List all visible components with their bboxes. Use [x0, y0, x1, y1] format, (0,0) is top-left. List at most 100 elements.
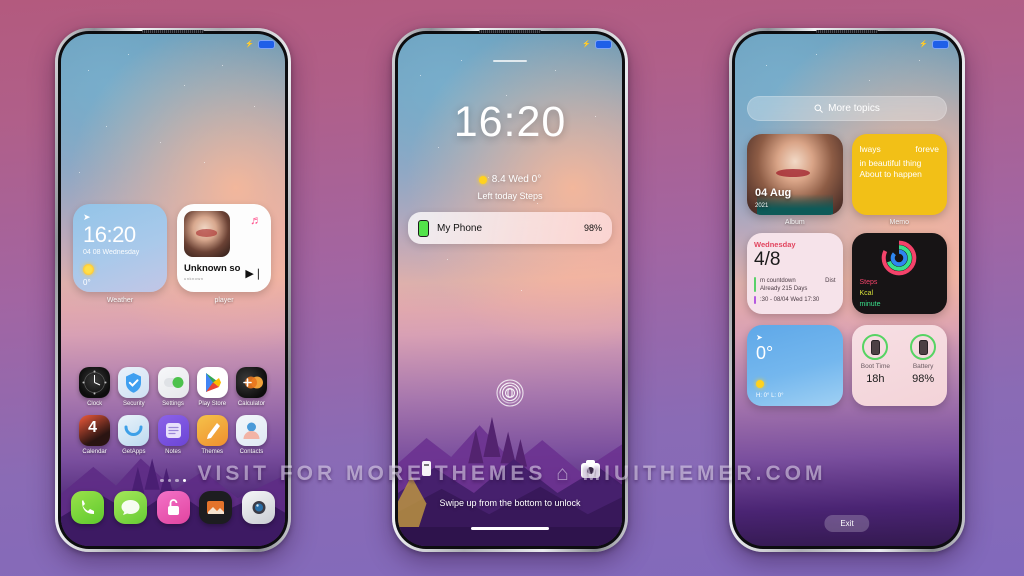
weather-clock-widget[interactable]: ➤ 16:20 04 08 Wednesday 0° — [73, 204, 167, 292]
security-shield-icon[interactable] — [118, 367, 150, 398]
stat-boot-time: Boot Time 18h — [852, 325, 900, 406]
contacts-icon[interactable] — [235, 415, 267, 446]
app-play-store[interactable]: Play Store — [193, 367, 232, 407]
home-widget-row: ➤ 16:20 04 08 Wednesday 0° Weather ♬ Unk… — [73, 204, 273, 304]
notification-value: 98% — [583, 223, 602, 233]
app-label: Settings — [162, 401, 184, 407]
charging-bolt-icon: ⚡ — [245, 41, 254, 48]
exit-button[interactable]: Exit — [824, 515, 870, 532]
widget-cell-album[interactable]: 04 Aug 2021 Album — [747, 134, 843, 226]
widget-cell-calendar[interactable]: Wednesday 4/8 m countdown Dist Already 2… — [747, 233, 843, 318]
battery-full-icon — [932, 40, 949, 49]
app-label: GetApps — [122, 449, 146, 455]
settings-toggle-icon[interactable] — [157, 367, 189, 398]
clock-icon[interactable] — [79, 367, 111, 398]
app-label: Play Store — [198, 401, 227, 407]
lock-date-temp: 8.4 Wed 0° — [491, 174, 542, 185]
play-store-icon[interactable] — [196, 367, 228, 398]
weather-widget-card[interactable]: ➤ 0° H: 0° L: 0° — [747, 325, 843, 406]
earpiece-speaker — [816, 30, 878, 33]
phone-bezel: ⚡ 16:20 8.4 Wed 0° Left today Steps My P… — [395, 30, 625, 549]
event-color-bar — [754, 296, 756, 305]
app-notes[interactable]: Notes — [153, 415, 192, 455]
page-dot[interactable] — [167, 478, 171, 482]
album-widget-card[interactable]: 04 Aug 2021 — [747, 134, 843, 215]
minute-label: minute — [859, 301, 881, 308]
event-sub: Already 215 Days — [760, 286, 808, 293]
steps-label: Steps — [859, 279, 878, 286]
notes-icon[interactable] — [157, 415, 189, 446]
calculator-icon[interactable] — [235, 367, 267, 398]
event-text: m countdown Dist Already 215 Days — [760, 277, 836, 293]
notification-title: My Phone — [437, 222, 483, 234]
lock-clock: 16:20 — [453, 98, 567, 146]
widget-cell-steps[interactable]: Steps Kcal minute — [851, 233, 947, 318]
app-calculator[interactable]: Calculator — [232, 367, 271, 407]
app-label: Calendar — [82, 449, 107, 455]
phone-mockup-lock: ⚡ 16:20 8.4 Wed 0° Left today Steps My P… — [392, 28, 628, 552]
app-settings[interactable]: Settings — [153, 367, 192, 407]
widget-caption: Album — [784, 219, 805, 226]
phone-icon[interactable] — [71, 491, 104, 524]
widget-cell-memo[interactable]: lways foreve in beautiful thing About to… — [851, 134, 947, 226]
notification-handle[interactable] — [493, 60, 527, 62]
app-row-1: Clock Security Settings Play Store Calcu… — [75, 367, 271, 407]
widget-caption: Memo — [889, 219, 909, 226]
page-indicator[interactable] — [61, 478, 285, 482]
stat-value: 98% — [912, 373, 935, 385]
phone-bezel: ⚡ More topics 04 Aug 2021 Album lways fo… — [732, 30, 962, 549]
flashlight-icon[interactable] — [422, 461, 431, 476]
dock — [71, 491, 275, 524]
steps-widget-card[interactable]: Steps Kcal minute — [851, 233, 947, 314]
app-calendar[interactable]: 4 Calendar — [75, 415, 114, 455]
home-indicator[interactable] — [471, 527, 549, 530]
unlock-hint: Swipe up from the bottom to unlock — [439, 498, 581, 508]
calendar-date: 4/8 — [754, 249, 781, 270]
music-player-widget[interactable]: ♬ Unknown so unknown ▶❘ — [177, 204, 271, 292]
calendar-widget-card[interactable]: Wednesday 4/8 m countdown Dist Already 2… — [747, 233, 843, 314]
status-bar: ⚡ — [245, 40, 275, 49]
camera-icon[interactable] — [242, 491, 275, 524]
weather-high-low: H: 0° L: 0° — [756, 393, 784, 399]
phone3-screen[interactable]: ⚡ More topics 04 Aug 2021 Album lways fo… — [735, 34, 959, 546]
status-bar: ⚡ — [582, 40, 612, 49]
earpiece-speaker — [142, 30, 204, 33]
calendar-icon[interactable]: 4 — [79, 415, 111, 446]
app-label: Themes — [201, 449, 224, 455]
page-dot-active[interactable] — [182, 478, 186, 482]
activity-rings-icon — [881, 240, 917, 276]
app-themes[interactable]: Themes — [193, 415, 232, 455]
device-stats-widget-card[interactable]: Boot Time 18h Battery 98% — [851, 325, 947, 406]
play-next-icon[interactable]: ▶❘ — [245, 267, 263, 280]
phone1-screen[interactable]: ⚡ ➤ 16:20 04 08 Wednesday 0° Weather ♬ U… — [61, 34, 285, 546]
page-dot[interactable] — [175, 478, 179, 482]
stat-label: Boot Time — [860, 363, 890, 370]
album-date: 04 Aug — [755, 187, 792, 199]
weather-widget-wrap[interactable]: ➤ 16:20 04 08 Wednesday 0° Weather — [73, 204, 167, 304]
camera-icon[interactable] — [581, 460, 600, 478]
app-clock[interactable]: Clock — [75, 367, 114, 407]
getapps-icon[interactable] — [118, 415, 150, 446]
widget-row-3: ➤ 0° H: 0° L: 0° Boot Time 18h Battery 9… — [747, 325, 947, 410]
sun-icon — [83, 264, 94, 275]
themes-icon[interactable] — [196, 415, 228, 446]
app-contacts[interactable]: Contacts — [232, 415, 271, 455]
player-widget-wrap[interactable]: ♬ Unknown so unknown ▶❘ player — [177, 204, 271, 304]
phone2-screen[interactable]: ⚡ 16:20 8.4 Wed 0° Left today Steps My P… — [398, 34, 622, 546]
memo-widget-card[interactable]: lways foreve in beautiful thing About to… — [851, 134, 947, 215]
app-security[interactable]: Security — [114, 367, 153, 407]
search-input[interactable]: More topics — [747, 96, 947, 121]
widget-cell-weather[interactable]: ➤ 0° H: 0° L: 0° — [747, 325, 843, 410]
widget-cell-stats[interactable]: Boot Time 18h Battery 98% — [851, 325, 947, 410]
phone-mockup-home: ⚡ ➤ 16:20 04 08 Wednesday 0° Weather ♬ U… — [55, 28, 291, 552]
fingerprint-icon[interactable] — [495, 378, 525, 408]
phone-mockup-widgets: ⚡ More topics 04 Aug 2021 Album lways fo… — [729, 28, 965, 552]
gallery-icon[interactable] — [199, 491, 233, 524]
app-getapps[interactable]: GetApps — [114, 415, 153, 455]
page-dot[interactable] — [160, 478, 164, 482]
lock-icon[interactable] — [156, 491, 190, 524]
widget-date: 04 08 Wednesday — [83, 249, 140, 256]
notification-card[interactable]: My Phone 98% — [408, 212, 612, 244]
messages-icon[interactable] — [113, 491, 147, 524]
memo-line1-right: foreve — [915, 144, 939, 154]
